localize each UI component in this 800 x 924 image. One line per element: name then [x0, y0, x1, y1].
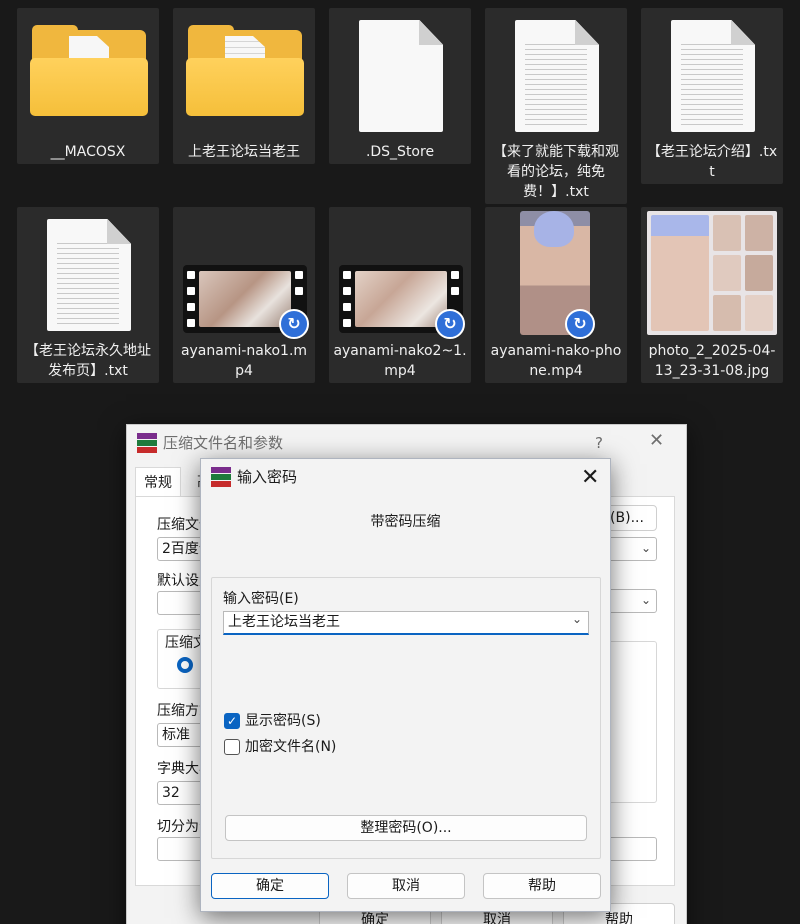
file-name: .DS_Store: [365, 144, 435, 160]
video-thumbnail: ↻: [329, 207, 471, 339]
chevron-down-icon: ⌄: [641, 541, 652, 555]
organize-passwords-button[interactable]: 整理密码(O)...: [225, 815, 587, 841]
file-tile-macosx-folder[interactable]: __MACOSX: [17, 8, 159, 164]
help-button[interactable]: 帮助: [483, 873, 601, 899]
show-password-label: 显示密码(S): [245, 713, 321, 729]
show-password-checkbox[interactable]: ✓: [224, 713, 240, 729]
dialog-titlebar: 压缩文件名和参数 ? ✕: [127, 425, 686, 461]
file-name: 【老王论坛介绍】.txt: [646, 144, 778, 180]
file-tile-video-nako1[interactable]: ↻ ayanami-nako1.mp4: [173, 207, 315, 383]
dialog-title: 输入密码: [237, 468, 298, 486]
enter-password-dialog: 输入密码 ✕ 带密码压缩 输入密码(E) 上老王论坛当老王 ⌄ ✓ 显示密码(S…: [200, 458, 611, 912]
close-icon[interactable]: ✕: [649, 431, 664, 451]
format-rar-radio[interactable]: [177, 657, 193, 673]
ok-button[interactable]: 确定: [211, 873, 329, 899]
tab-general[interactable]: 常规: [135, 467, 181, 497]
chevron-down-icon: ⌄: [641, 593, 652, 607]
media-player-badge-icon: ↻: [279, 309, 309, 339]
folder-icon: [173, 8, 315, 138]
file-tile-ds-store[interactable]: .DS_Store: [329, 8, 471, 164]
file-tile-laowang-folder[interactable]: 上老王论坛当老王: [173, 8, 315, 164]
winrar-icon: [137, 433, 157, 453]
dialog-title: 压缩文件名和参数: [163, 434, 284, 452]
file-name: ayanami-nako2~1.mp4: [333, 343, 467, 379]
close-icon[interactable]: ✕: [581, 467, 599, 489]
blank-file-icon: [329, 8, 471, 138]
file-name: 【老王论坛永久地址发布页】.txt: [25, 343, 151, 379]
text-file-icon: [17, 207, 159, 337]
media-player-badge-icon: ↻: [435, 309, 465, 339]
password-input[interactable]: 上老王论坛当老王 ⌄: [223, 611, 589, 635]
text-file-icon: [485, 8, 627, 138]
file-tile-video-nako2[interactable]: ↻ ayanami-nako2~1.mp4: [329, 207, 471, 383]
file-tile-txt-intro[interactable]: 【老王论坛介绍】.txt: [641, 8, 783, 184]
media-player-badge-icon: ↻: [565, 309, 595, 339]
file-name: ayanami-nako1.mp4: [180, 343, 308, 379]
encrypt-file-names-label: 加密文件名(N): [245, 739, 337, 755]
dialog-titlebar: 输入密码 ✕: [201, 459, 610, 495]
help-icon[interactable]: ?: [595, 433, 603, 453]
image-thumbnail: [641, 207, 783, 337]
text-file-icon: [641, 8, 783, 138]
file-tile-video-nako-phone[interactable]: ↻ ayanami-nako-phone.mp4: [485, 207, 627, 383]
cancel-button[interactable]: 取消: [347, 873, 465, 899]
dialog-caption: 带密码压缩: [370, 514, 441, 530]
folder-icon: [17, 8, 159, 138]
file-tile-photo[interactable]: photo_2_2025-04-13_23-31-08.jpg: [641, 207, 783, 383]
file-name: ayanami-nako-phone.mp4: [490, 343, 622, 379]
file-name: 【来了就能下载和观看的论坛，纯免费！】.txt: [493, 144, 619, 200]
password-value: 上老王论坛当老王: [228, 614, 340, 630]
winrar-icon: [211, 467, 231, 487]
chevron-down-icon[interactable]: ⌄: [572, 609, 582, 630]
file-name: photo_2_2025-04-13_23-31-08.jpg: [648, 343, 776, 379]
file-name: __MACOSX: [50, 144, 126, 160]
file-tile-txt-free-forum[interactable]: 【来了就能下载和观看的论坛，纯免费！】.txt: [485, 8, 627, 204]
file-name: 上老王论坛当老王: [188, 144, 300, 160]
password-label: 输入密码(E): [223, 591, 299, 607]
file-tile-txt-permanent-address[interactable]: 【老王论坛永久地址发布页】.txt: [17, 207, 159, 383]
video-thumbnail: ↻: [485, 207, 627, 339]
video-thumbnail: ↻: [173, 207, 315, 339]
encrypt-file-names-checkbox[interactable]: [224, 739, 240, 755]
